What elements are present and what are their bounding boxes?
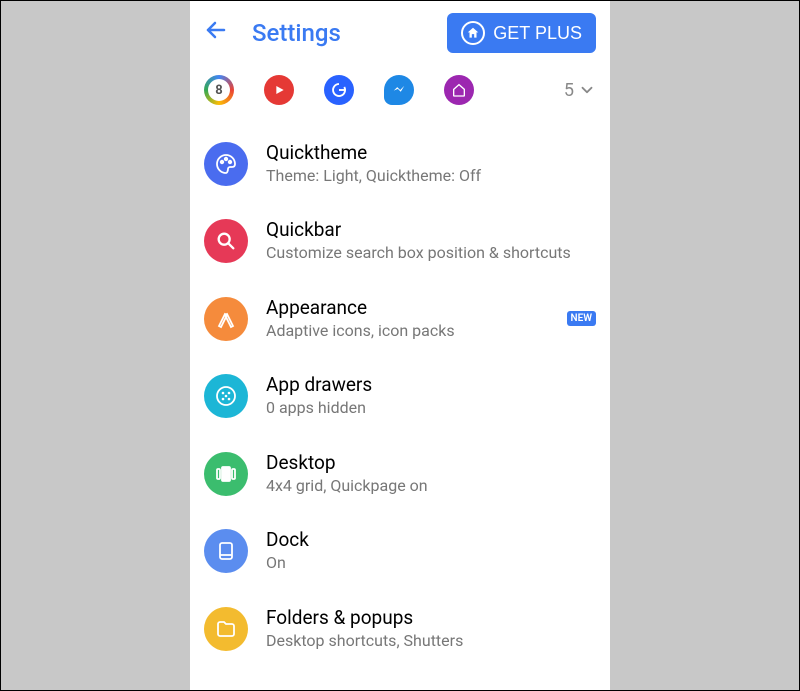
setting-subtitle: On [266,553,596,574]
setting-subtitle: Theme: Light, Quicktheme: Off [266,166,596,187]
get-plus-label: GET PLUS [493,23,582,44]
setting-subtitle: 4x4 grid, Quickpage on [266,476,596,497]
new-badge: NEW [567,311,597,326]
messenger-icon[interactable] [384,75,414,105]
setting-title: Quicktheme [266,141,596,166]
setting-text: App drawers 0 apps hidden [266,373,596,418]
house-icon [461,21,485,45]
setting-folders[interactable]: Folders & popups Desktop shortcuts, Shut… [204,590,596,667]
setting-desktop[interactable]: Desktop 4x4 grid, Quickpage on [204,435,596,512]
setting-text: Dock On [266,528,596,573]
app-icons-row: 8 5 [190,65,610,125]
setting-title: Dock [266,528,596,553]
setting-text: Quicktheme Theme: Light, Quicktheme: Off [266,141,596,186]
colorful-app-icon[interactable]: 8 [204,75,234,105]
count-dropdown[interactable]: 5 [564,80,596,101]
setting-quicktheme[interactable]: Quicktheme Theme: Light, Quicktheme: Off [204,125,596,202]
page-title: Settings [252,19,427,47]
setting-title: Desktop [266,451,596,476]
setting-title: App drawers [266,373,596,398]
palette-icon [204,142,248,186]
grid-dots-icon [204,374,248,418]
setting-subtitle: Adaptive icons, icon packs [266,321,559,342]
search-icon [204,219,248,263]
google-icon[interactable] [324,75,354,105]
setting-title: Appearance [266,296,559,321]
brushes-icon [204,297,248,341]
setting-appearance[interactable]: Appearance Adaptive icons, icon packs NE… [204,280,596,357]
header: Settings GET PLUS [190,1,610,65]
phone-screen: Settings GET PLUS 8 5 [190,1,610,690]
setting-text: Folders & popups Desktop shortcuts, Shut… [266,606,596,651]
setting-text: Quickbar Customize search box position &… [266,218,596,263]
setting-subtitle: 0 apps hidden [266,398,596,419]
settings-list: Quicktheme Theme: Light, Quicktheme: Off… [190,125,610,667]
panels-icon [204,452,248,496]
setting-subtitle: Desktop shortcuts, Shutters [266,631,596,652]
setting-title: Quickbar [266,218,596,243]
setting-subtitle: Customize search box position & shortcut… [266,243,596,264]
setting-dock[interactable]: Dock On [204,512,596,589]
setting-text: Appearance Adaptive icons, icon packs [266,296,559,341]
back-arrow-icon[interactable] [204,18,232,48]
folder-icon [204,607,248,651]
get-plus-button[interactable]: GET PLUS [447,13,596,53]
setting-appdrawers[interactable]: App drawers 0 apps hidden [204,357,596,434]
dock-icon [204,529,248,573]
setting-quickbar[interactable]: Quickbar Customize search box position &… [204,202,596,279]
youtube-icon[interactable] [264,75,294,105]
colorful-number: 8 [208,79,230,101]
count-number: 5 [564,80,574,101]
home-app-icon[interactable] [444,75,474,105]
chevron-down-icon [578,81,596,99]
setting-text: Desktop 4x4 grid, Quickpage on [266,451,596,496]
setting-title: Folders & popups [266,606,596,631]
